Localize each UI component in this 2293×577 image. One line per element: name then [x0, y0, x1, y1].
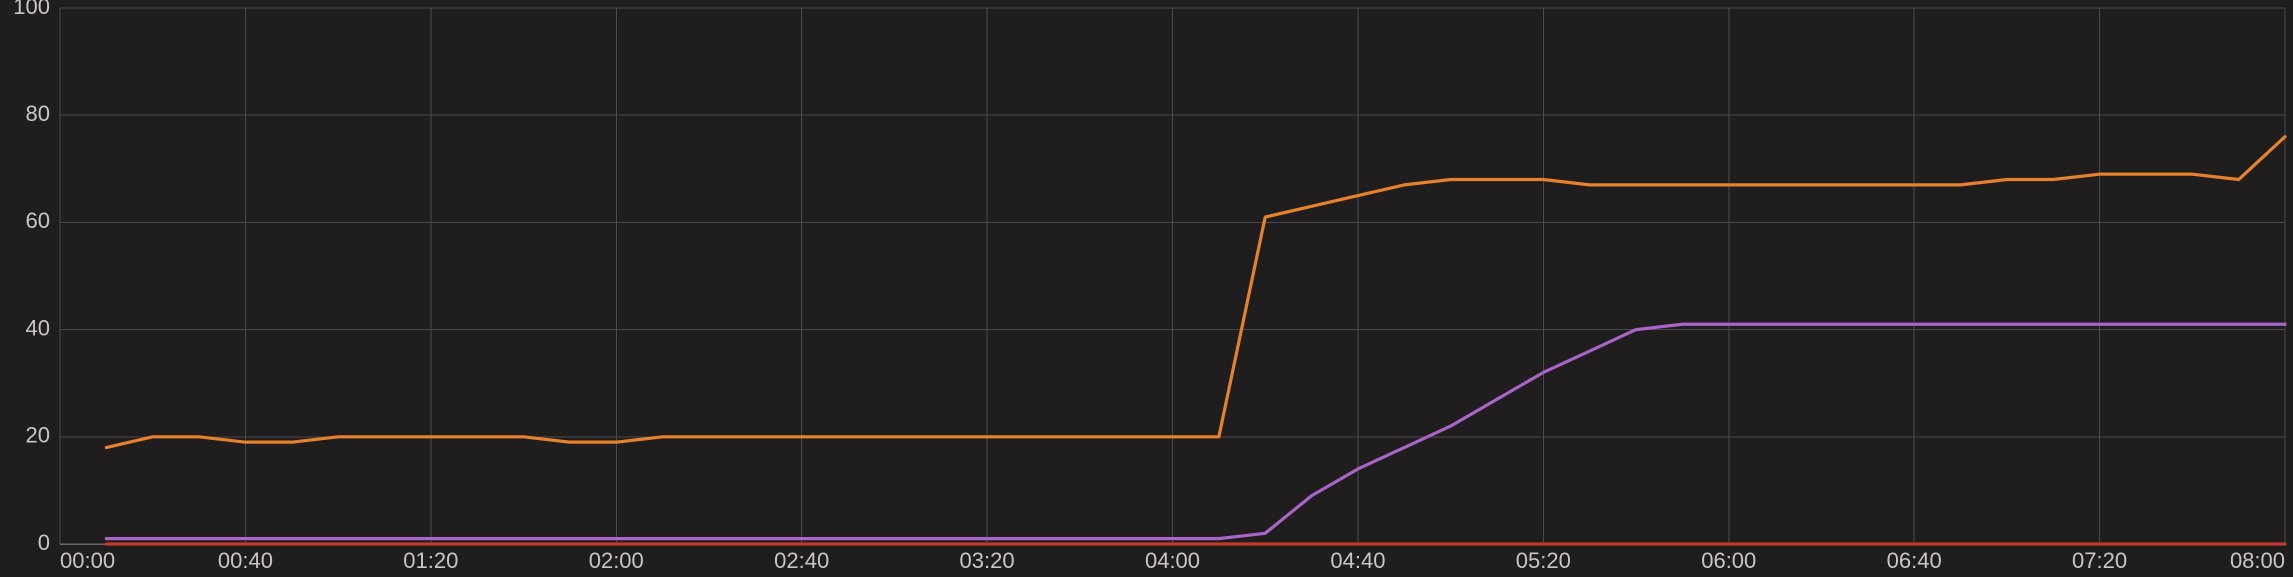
x-tick-label: 05:20 — [1516, 548, 1571, 573]
y-tick-label: 40 — [26, 315, 50, 340]
x-tick-label: 00:40 — [218, 548, 273, 573]
y-tick-label: 60 — [26, 208, 50, 233]
time-series-chart: 0 20 40 60 80 100 00:00 00:40 01:20 02:00 02:40 03:… — [0, 0, 2293, 577]
y-tick-label: 80 — [26, 101, 50, 126]
x-tick-label: 08:00 — [2230, 548, 2285, 573]
x-tick-label: 07:20 — [2072, 548, 2127, 573]
series-purple — [106, 324, 2285, 538]
x-tick-label: 04:40 — [1330, 548, 1385, 573]
x-tick-label: 00:00 — [60, 548, 115, 573]
x-tick-label: 03:20 — [960, 548, 1015, 573]
x-tick-label: 01:20 — [403, 548, 458, 573]
x-tick-label: 06:00 — [1701, 548, 1756, 573]
x-tick-label: 04:00 — [1145, 548, 1200, 573]
x-tick-label: 02:40 — [774, 548, 829, 573]
series-orange — [106, 137, 2285, 448]
chart-canvas: 0 20 40 60 80 100 00:00 00:40 01:20 02:00 02:40 03:… — [0, 0, 2293, 577]
y-tick-label: 20 — [26, 423, 50, 448]
y-tick-label: 100 — [13, 0, 50, 19]
x-tick-label: 06:40 — [1887, 548, 1942, 573]
y-tick-label: 0 — [38, 530, 50, 555]
x-tick-label: 02:00 — [589, 548, 644, 573]
